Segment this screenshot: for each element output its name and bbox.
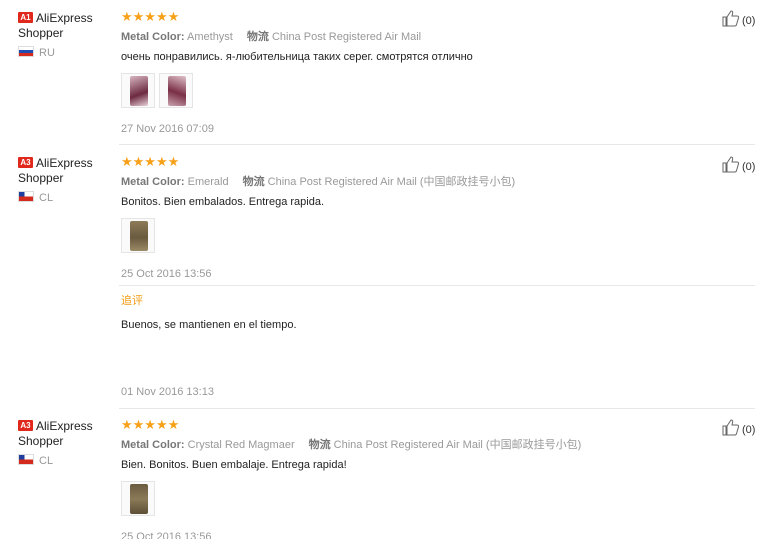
review-text: Bien. Bonitos. Buen embalaje. Entrega ra… — [121, 459, 347, 471]
review-photo-thumbnail[interactable] — [159, 73, 193, 108]
buyer-info: A3 AliExpress Shopper CL — [18, 156, 118, 205]
shipping-method: China Post Registered Air Mail — [271, 31, 422, 43]
review-photos — [121, 218, 721, 254]
buyer-level-badge: A3 — [18, 420, 33, 431]
additional-review-label: 追评 — [121, 295, 143, 307]
buyer-level-badge: A1 — [18, 12, 33, 23]
additional-review-text: Buenos, se mantienen en el tiempo. — [121, 319, 297, 331]
review-divider — [119, 144, 755, 145]
buyer-name[interactable]: A1 AliExpress Shopper — [18, 11, 118, 41]
review-photo-thumbnail[interactable] — [121, 73, 155, 108]
thumbs-up-icon — [722, 10, 740, 27]
metal-color-value: Amethyst — [187, 31, 233, 43]
helpful-like-button[interactable]: (0) — [722, 156, 755, 175]
helpful-like-button[interactable]: (0) — [722, 419, 755, 438]
review-date: 25 Oct 2016 13:56 — [121, 531, 212, 539]
chile-flag-icon — [18, 191, 34, 202]
review-photo-thumbnail[interactable] — [121, 218, 155, 253]
metal-color-value: Emerald — [187, 176, 229, 188]
review-date: 27 Nov 2016 07:09 — [121, 123, 214, 135]
helpful-like-button[interactable]: (0) — [722, 10, 755, 29]
buyer-country: CL — [18, 191, 118, 205]
thumbs-up-icon — [722, 419, 740, 436]
buyer-country: RU — [18, 46, 118, 60]
buyer-info: A3 AliExpress Shopper CL — [18, 419, 118, 468]
review-date: 25 Oct 2016 13:56 — [121, 268, 212, 280]
buyer-level-badge: A3 — [18, 157, 33, 168]
rating-stars: ★★★★★ — [121, 9, 180, 24]
rating-stars: ★★★★★ — [121, 417, 180, 432]
shipping-method: China Post Registered Air Mail (中国邮政挂号小包… — [267, 176, 516, 188]
chile-flag-icon — [18, 454, 34, 465]
order-attributes: Metal Color: Emerald 物流 China Post Regist… — [121, 176, 516, 188]
additional-review-date: 01 Nov 2016 13:13 — [121, 386, 214, 398]
order-attributes: Metal Color: Crystal Red Magmaer 物流 China… — [121, 439, 582, 451]
metal-color-value: Crystal Red Magmaer — [187, 439, 295, 451]
review-photos — [121, 481, 721, 517]
review-divider — [119, 285, 755, 286]
buyer-country: CL — [18, 454, 118, 468]
russia-flag-icon — [18, 46, 34, 57]
order-attributes: Metal Color: Amethyst 物流 China Post Regis… — [121, 31, 422, 43]
buyer-name[interactable]: A3 AliExpress Shopper — [18, 156, 118, 186]
review-divider — [119, 408, 755, 409]
review-text: очень понравились. я-любительница таких … — [121, 51, 473, 63]
review-photo-thumbnail[interactable] — [121, 481, 155, 516]
buyer-name[interactable]: A3 AliExpress Shopper — [18, 419, 118, 449]
shipping-method: China Post Registered Air Mail (中国邮政挂号小包… — [333, 439, 582, 451]
additional-review: 追评 Buenos, se mantienen en el tiempo. — [121, 294, 721, 332]
thumbs-up-icon — [722, 156, 740, 173]
buyer-info: A1 AliExpress Shopper RU — [18, 11, 118, 60]
rating-stars: ★★★★★ — [121, 154, 180, 169]
review-text: Bonitos. Bien embalados. Entrega rapida. — [121, 196, 325, 208]
review-photos — [121, 73, 721, 109]
